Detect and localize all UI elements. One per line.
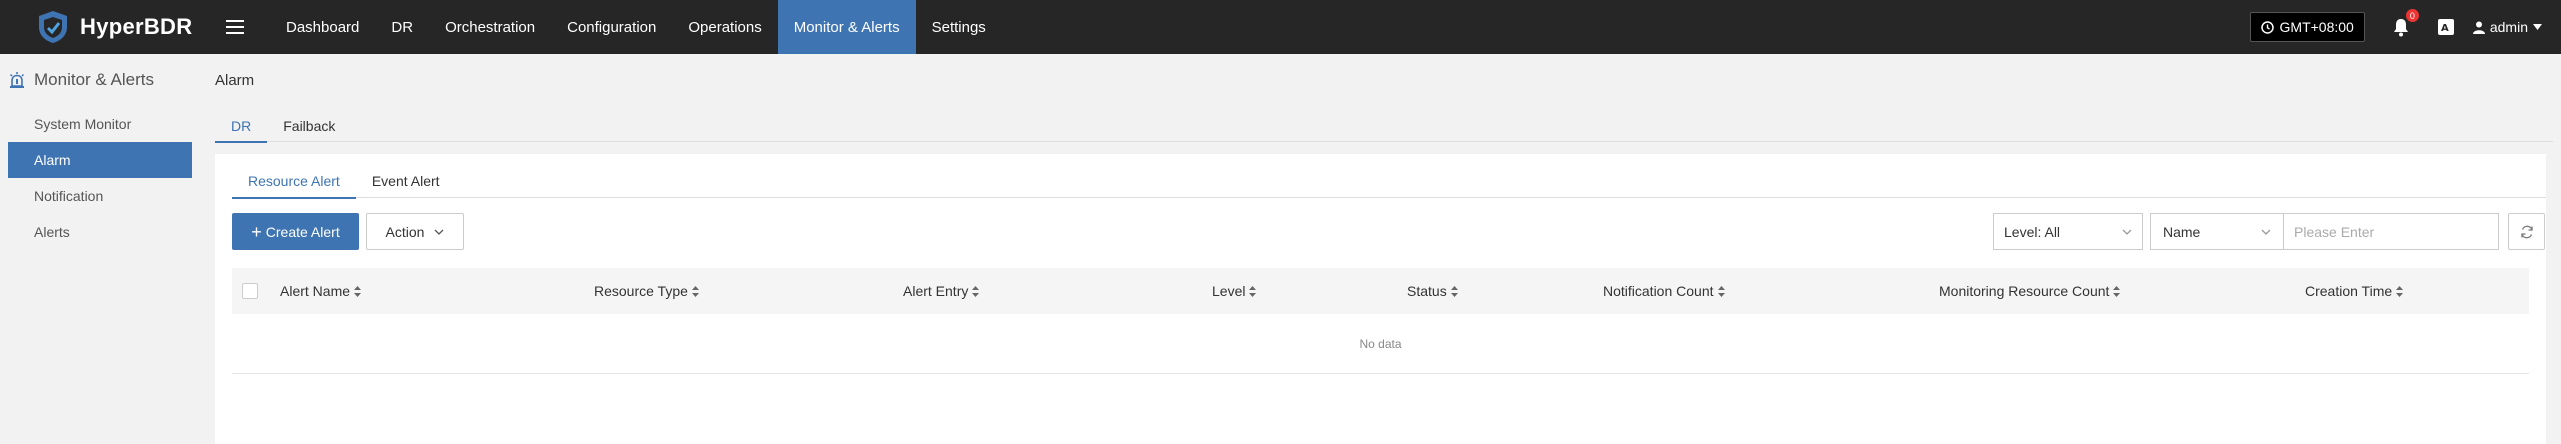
alert-table: Alert Name Resource Type Alert Entry Lev… — [232, 268, 2529, 374]
select-all-checkbox[interactable] — [242, 283, 258, 299]
page-title: Alarm — [215, 72, 255, 89]
nav-orchestration[interactable]: Orchestration — [429, 0, 551, 54]
sidebar-item-notification[interactable]: Notification — [0, 178, 200, 214]
alarm-panel: Resource Alert Event Alert + Create Aler… — [215, 154, 2546, 444]
column-label: Level — [1212, 283, 1246, 299]
search-field-select[interactable]: Name — [2150, 213, 2284, 250]
timezone-label: GMT+08:00 — [2279, 19, 2354, 35]
column-label: Creation Time — [2305, 283, 2393, 299]
table-body: No data — [232, 314, 2529, 374]
alarm-siren-icon — [9, 72, 25, 88]
user-menu[interactable]: admin — [2472, 19, 2547, 35]
table-header: Alert Name Resource Type Alert Entry Lev… — [232, 268, 2529, 314]
caret-down-icon — [2533, 24, 2542, 30]
column-alert-name[interactable]: Alert Name — [280, 268, 362, 314]
column-creation-time[interactable]: Creation Time — [2305, 268, 2404, 314]
sidebar-header: Monitor & Alerts — [0, 54, 200, 106]
chevron-down-icon — [2261, 229, 2271, 235]
hamburger-icon — [226, 20, 244, 34]
sort-icon — [2113, 285, 2121, 297]
sidebar: Monitor & Alerts System Monitor Alarm No… — [0, 54, 200, 431]
action-dropdown[interactable]: Action — [366, 213, 464, 250]
nav-dashboard[interactable]: Dashboard — [270, 0, 375, 54]
sidebar-item-alerts[interactable]: Alerts — [0, 214, 200, 250]
alert-type-tabs: Resource Alert Event Alert — [232, 164, 2546, 199]
search-input[interactable] — [2283, 213, 2499, 250]
menu-toggle-button[interactable] — [220, 0, 250, 54]
notification-badge: 0 — [2405, 9, 2419, 22]
sort-icon — [1249, 285, 1257, 297]
column-label: Alert Entry — [903, 283, 969, 299]
search-field-value: Name — [2163, 223, 2201, 240]
empty-state-text: No data — [1359, 336, 1402, 351]
refresh-icon — [2520, 225, 2533, 238]
nav-monitor-alerts[interactable]: Monitor & Alerts — [777, 0, 916, 54]
action-label: Action — [385, 223, 425, 240]
tab-resource-alert[interactable]: Resource Alert — [232, 164, 356, 199]
sidebar-item-alarm[interactable]: Alarm — [8, 142, 192, 178]
page-tabs: DR Failback — [215, 110, 2553, 143]
column-status[interactable]: Status — [1407, 268, 1458, 314]
sidebar-item-system-monitor[interactable]: System Monitor — [0, 106, 200, 142]
chevron-down-icon — [434, 229, 444, 235]
clock-icon — [2260, 20, 2274, 34]
tab-dr[interactable]: DR — [215, 110, 268, 143]
main-content: Alarm DR Failback Resource Alert Event A… — [215, 54, 2561, 444]
top-right-controls: GMT+08:00 0 A admin — [2249, 9, 2547, 42]
user-icon — [2472, 21, 2485, 34]
column-label: Resource Type — [594, 283, 688, 299]
table-toolbar: + Create Alert Action Level: All Name — [232, 213, 2545, 251]
refresh-button[interactable] — [2508, 213, 2545, 250]
username: admin — [2489, 19, 2528, 35]
column-resource-type[interactable]: Resource Type — [594, 268, 699, 314]
sort-icon — [972, 285, 980, 297]
sort-icon — [691, 285, 699, 297]
create-alert-button[interactable]: + Create Alert — [232, 213, 359, 250]
column-alert-entry[interactable]: Alert Entry — [903, 268, 980, 314]
sort-icon — [1450, 285, 1458, 297]
timezone-display[interactable]: GMT+08:00 — [2249, 12, 2365, 42]
create-alert-label: Create Alert — [265, 223, 340, 240]
nav-configuration[interactable]: Configuration — [551, 0, 672, 54]
chevron-down-icon — [2122, 229, 2132, 235]
main-nav: Dashboard DR Orchestration Configuration… — [270, 0, 1002, 54]
nav-operations[interactable]: Operations — [672, 0, 777, 54]
tab-failback[interactable]: Failback — [267, 110, 351, 142]
nav-settings[interactable]: Settings — [916, 0, 1002, 54]
brand-logo[interactable]: HyperBDR — [36, 9, 206, 45]
column-level[interactable]: Level — [1212, 268, 1257, 314]
column-label: Monitoring Resource Count — [1939, 283, 2110, 299]
nav-dr[interactable]: DR — [375, 0, 429, 54]
language-button[interactable]: A — [2437, 18, 2455, 36]
shield-logo-icon — [39, 11, 67, 43]
sort-icon — [1717, 285, 1725, 297]
column-monitoring-resource-count[interactable]: Monitoring Resource Count — [1939, 268, 2121, 314]
column-notification-count[interactable]: Notification Count — [1603, 268, 1725, 314]
tab-event-alert[interactable]: Event Alert — [356, 164, 456, 198]
sort-icon — [2396, 285, 2404, 297]
alerts-bell-button[interactable]: 0 — [2391, 9, 2419, 37]
column-label: Alert Name — [280, 283, 351, 299]
plus-icon: + — [251, 221, 262, 242]
svg-text:A: A — [2441, 23, 2449, 34]
level-filter-value: Level: All — [2004, 223, 2061, 240]
top-navbar: HyperBDR Dashboard DR Orchestration Conf… — [0, 0, 2561, 54]
column-label: Notification Count — [1603, 283, 1714, 299]
translate-icon: A — [2437, 19, 2454, 35]
level-filter-select[interactable]: Level: All — [1993, 213, 2143, 250]
app-name: HyperBDR — [80, 14, 193, 39]
sort-icon — [354, 285, 362, 297]
sidebar-title: Monitor & Alerts — [34, 70, 154, 89]
column-label: Status — [1407, 283, 1447, 299]
